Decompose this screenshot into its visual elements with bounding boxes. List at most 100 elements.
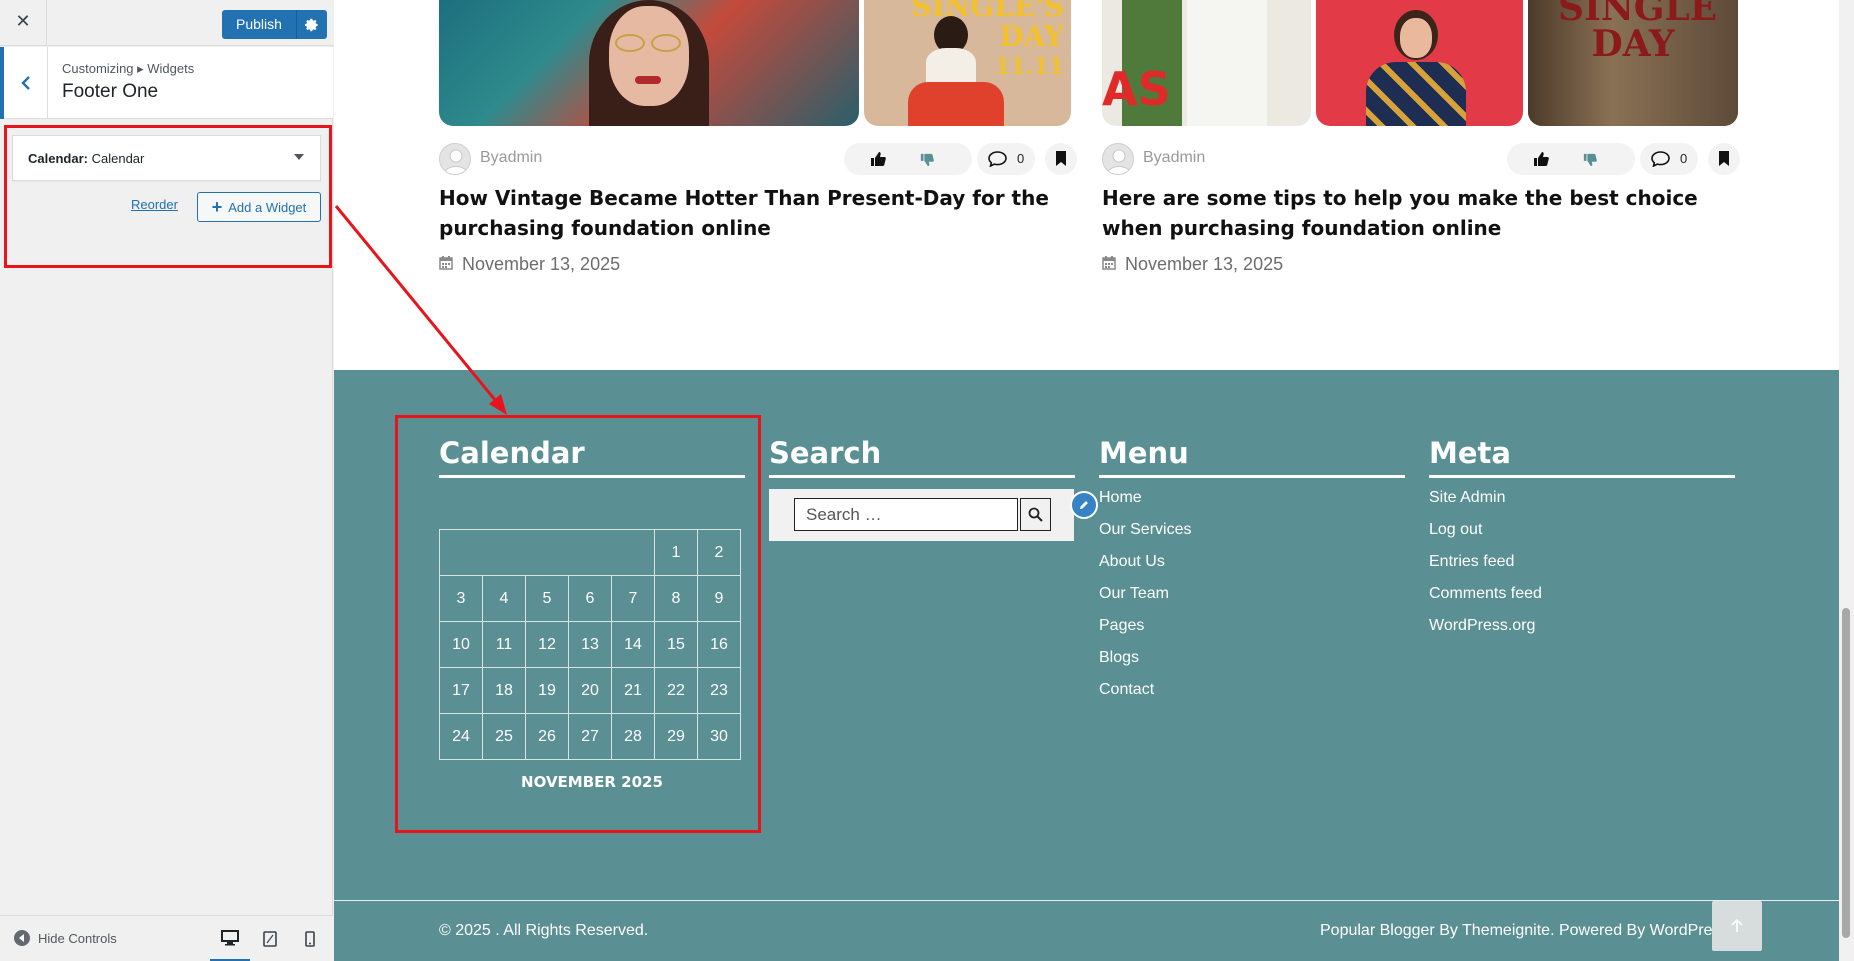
reorder-link[interactable]: Reorder — [131, 197, 178, 212]
calendar-day-cell: 6 — [568, 575, 612, 622]
author-name[interactable]: Byadmin — [480, 149, 542, 167]
arrow-left-circle-icon — [14, 930, 30, 946]
comments-pill[interactable]: 0 — [1640, 143, 1698, 175]
calendar-day-cell: 19 — [525, 667, 569, 714]
menu-item-blogs[interactable]: Blogs — [1099, 648, 1191, 680]
menu-item-about-us[interactable]: About Us — [1099, 552, 1191, 584]
thumbs-up-icon[interactable] — [870, 151, 886, 171]
post-date: November 13, 2025 — [439, 254, 620, 275]
add-widget-button[interactable]: + Add a Widget — [197, 192, 321, 222]
widget-separator: : — [83, 151, 88, 166]
calendar-day-cell: 5 — [525, 575, 569, 622]
comment-icon — [1651, 151, 1670, 170]
hide-controls-label: Hide Controls — [38, 930, 117, 946]
tablet-preview-icon[interactable] — [250, 916, 290, 961]
calendar-week-row: 10 11 12 13 14 15 16 — [439, 621, 741, 668]
calendar-day-cell: 18 — [482, 667, 526, 714]
calendar-widget-control[interactable]: Calendar: Calendar — [12, 135, 321, 181]
calendar-day-cell: 10 — [439, 621, 483, 668]
thumbs-down-icon[interactable] — [1583, 152, 1597, 171]
post-image-woman-red[interactable] — [1316, 0, 1523, 126]
bookmark-button[interactable] — [1708, 143, 1740, 175]
close-icon[interactable]: ✕ — [0, 0, 47, 46]
post-image-singles-day[interactable]: SINGLE'S DAY 11.11 — [864, 0, 1071, 126]
vote-buttons — [1507, 143, 1635, 175]
caret-down-icon[interactable] — [294, 154, 304, 160]
publish-button[interactable]: Publish — [222, 10, 297, 39]
comment-count: 0 — [1680, 151, 1688, 166]
search-form — [769, 489, 1074, 541]
menu-item-contact[interactable]: Contact — [1099, 680, 1191, 712]
post-title-link[interactable]: Here are some tips to help you make the … — [1102, 183, 1742, 243]
edit-shortcut-pencil-icon[interactable] — [1070, 491, 1098, 519]
section-title: Footer One — [62, 81, 159, 102]
mobile-preview-icon[interactable] — [290, 916, 330, 961]
post-title-link[interactable]: How Vintage Became Hotter Than Present-D… — [439, 183, 1079, 243]
search-input[interactable] — [794, 498, 1018, 531]
vote-buttons — [844, 143, 972, 175]
image-text-1: SINGLE'S — [911, 0, 1064, 23]
post-image-single-day[interactable]: SINGLE DAY — [1528, 0, 1738, 126]
meta-link-log-out[interactable]: Log out — [1429, 520, 1542, 552]
avatar[interactable] — [439, 143, 471, 175]
meta-links: Site Admin Log out Entries feed Comments… — [1429, 488, 1542, 648]
calendar-day-cell: 16 — [697, 621, 741, 668]
publish-group: Publish — [222, 10, 327, 39]
post-image-fashion[interactable]: AS — [1102, 0, 1311, 126]
footer-menu: Home Our Services About Us Our Team Page… — [1099, 488, 1191, 712]
calendar-day-cell: 26 — [525, 713, 569, 760]
calendar-day-cell: 9 — [697, 575, 741, 622]
calendar-day-cell: 27 — [568, 713, 612, 760]
calendar-day-cell: 20 — [568, 667, 612, 714]
comment-count: 0 — [1017, 151, 1025, 166]
menu-item-our-team[interactable]: Our Team — [1099, 584, 1191, 616]
calendar-day-cell: 23 — [697, 667, 741, 714]
credits-text: Popular Blogger By Themeignite. Powered … — [1320, 922, 1733, 939]
back-button[interactable] — [0, 47, 48, 119]
post-meta: Byadmin 0 — [1102, 143, 1742, 175]
post-image-woman-glasses[interactable] — [439, 0, 859, 126]
menu-item-home[interactable]: Home — [1099, 488, 1191, 520]
chevron-left-icon — [20, 76, 30, 90]
post-date-text: November 13, 2025 — [1125, 254, 1284, 274]
calendar-week-row: 17 18 19 20 21 22 23 — [439, 667, 741, 714]
site-footer: Calendar 1 2 3 4 5 6 7 8 9 10 11 12 13 14 15 16 17 18 19 20… — [334, 370, 1839, 961]
avatar[interactable] — [1102, 143, 1134, 175]
calendar-day-cell: 28 — [611, 713, 655, 760]
meta-link-site-admin[interactable]: Site Admin — [1429, 488, 1542, 520]
search-button[interactable] — [1020, 498, 1051, 531]
widget-title: Calendar — [91, 151, 145, 166]
widget-divider — [1429, 475, 1735, 478]
preview-scrollbar[interactable] — [1839, 0, 1854, 961]
publish-settings-gear-icon[interactable] — [296, 10, 327, 39]
image-text-4: AS — [1102, 62, 1171, 116]
calendar-day-cell: 8 — [654, 575, 698, 622]
calendar-week-row: 12 — [439, 529, 741, 576]
desktop-preview-icon[interactable] — [210, 916, 250, 961]
menu-item-pages[interactable]: Pages — [1099, 616, 1191, 648]
back-to-top-button[interactable] — [1712, 901, 1762, 951]
widget-type: Calendar — [28, 151, 84, 166]
calendar-day-cell: 4 — [482, 575, 526, 622]
comments-pill[interactable]: 0 — [977, 143, 1035, 175]
meta-link-wordpress-org[interactable]: WordPress.org — [1429, 616, 1542, 648]
meta-link-comments-feed[interactable]: Comments feed — [1429, 584, 1542, 616]
arrow-up-icon — [1731, 919, 1743, 932]
customizer-sidebar: ✕ Publish Customizing ▸ Widgets Footer O… — [0, 0, 333, 961]
calendar-day-cell: 25 — [482, 713, 526, 760]
thumbs-down-icon[interactable] — [920, 152, 934, 171]
hide-controls-button[interactable]: Hide Controls — [14, 930, 117, 946]
calendar-week-row: 3456789 — [439, 575, 741, 622]
scrollbar-thumb[interactable] — [1842, 608, 1850, 938]
plus-icon: + — [211, 197, 223, 217]
thumbs-up-icon[interactable] — [1533, 151, 1549, 171]
meta-link-entries-feed[interactable]: Entries feed — [1429, 552, 1542, 584]
calendar-day-cell: 21 — [611, 667, 655, 714]
calendar-table: 1 2 3 4 5 6 7 8 9 10 11 12 13 14 15 16 17 18 19 20 21 22 23 24 2… — [439, 529, 741, 760]
calendar-day-cell: 15 — [654, 621, 698, 668]
author-name[interactable]: Byadmin — [1143, 149, 1205, 167]
widget-label: Calendar: Calendar — [28, 151, 144, 166]
menu-item-our-services[interactable]: Our Services — [1099, 520, 1191, 552]
calendar-caption: NOVEMBER 2025 — [521, 773, 663, 791]
bookmark-button[interactable] — [1045, 143, 1077, 175]
